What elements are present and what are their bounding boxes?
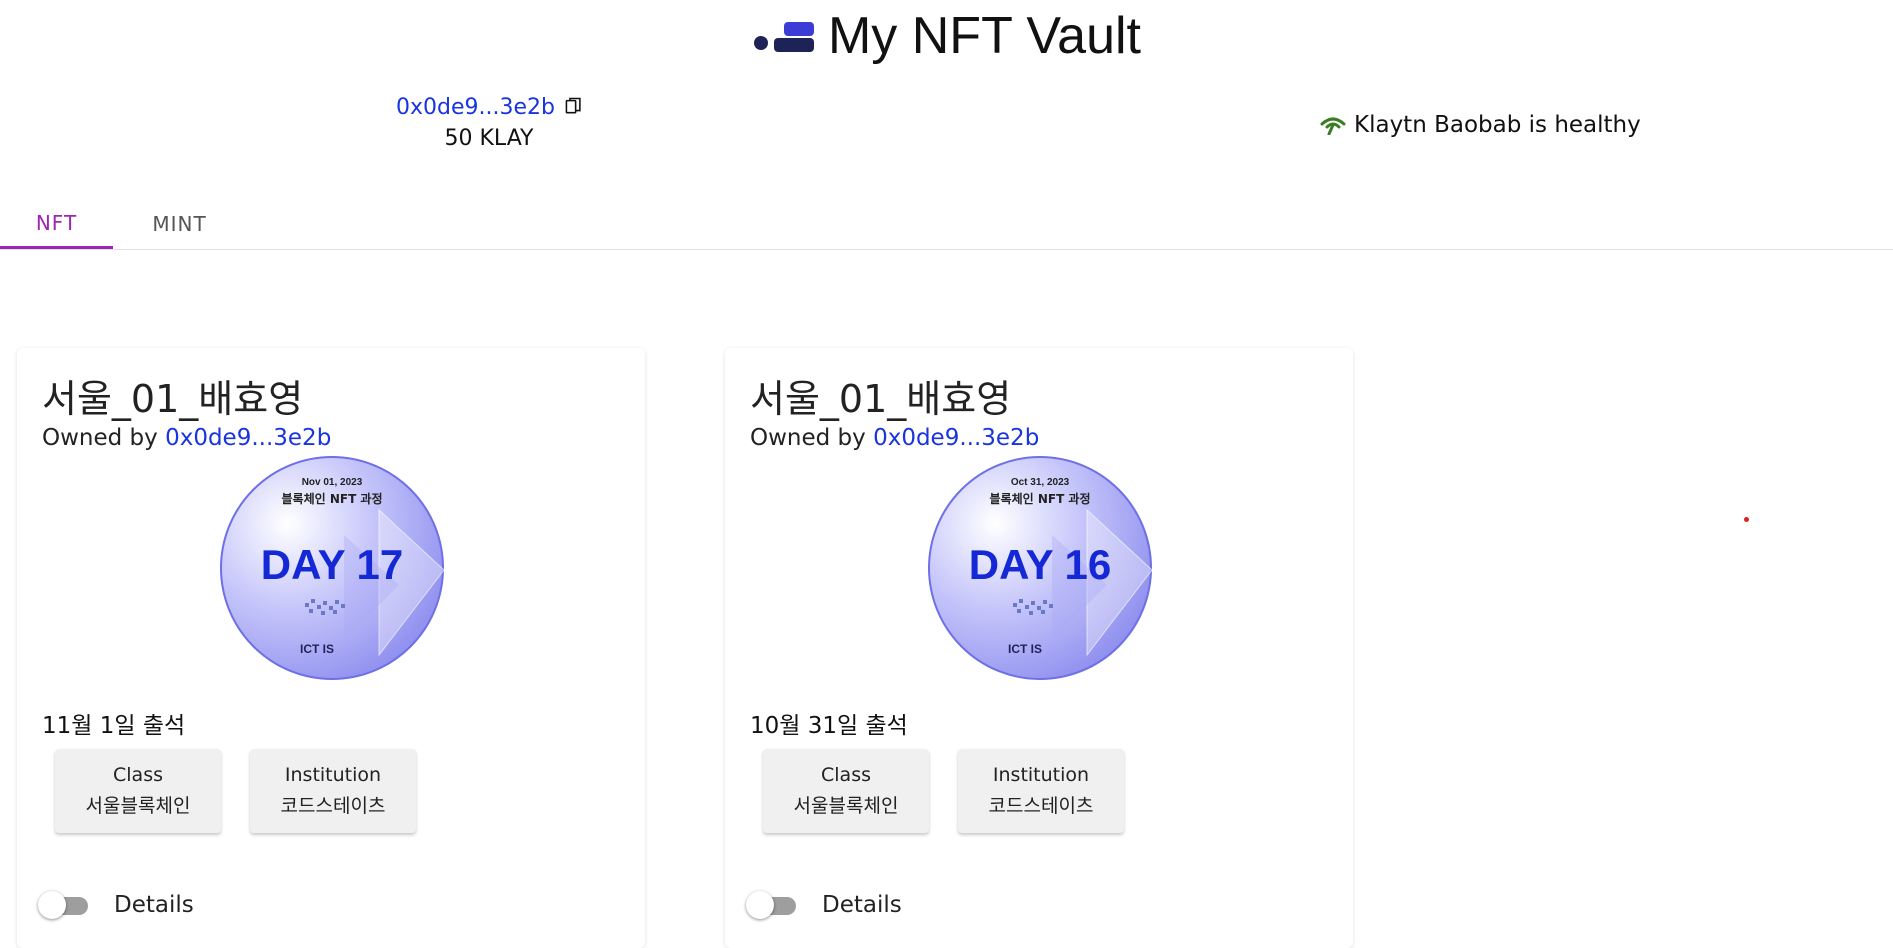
owner-address-link[interactable]: 0x0de9...3e2b (165, 425, 331, 451)
details-toggle-row: Details (746, 890, 902, 920)
badge-day: DAY 17 (261, 541, 403, 588)
details-label: Details (114, 892, 194, 918)
attribute-class: Class 서울블록체인 (763, 749, 929, 833)
app-title: My NFT Vault (827, 7, 1141, 65)
attribute-institution-label: Institution (992, 764, 1090, 786)
vault-logo-icon (752, 16, 814, 56)
details-toggle-row: Details (38, 890, 194, 920)
owned-by-label: Owned by (42, 425, 158, 451)
owner-address-link[interactable]: 0x0de9...3e2b (873, 425, 1039, 451)
badge-course: 블록체인 NFT 과정 (989, 491, 1090, 506)
network-status: Klaytn Baobab is healthy (1320, 112, 1641, 138)
attribute-class-value: 서울블록체인 (793, 795, 899, 817)
details-switch[interactable] (38, 890, 94, 920)
nft-name: 서울_01_배효영 (750, 377, 1012, 421)
antenna-signal-icon (1320, 117, 1346, 135)
attribute-institution-value: 코드스테이츠 (280, 795, 386, 817)
attribute-institution: Institution 코드스테이츠 (250, 749, 416, 833)
details-label: Details (822, 892, 902, 918)
app-header: My NFT Vault (0, 6, 1893, 66)
account-address-link[interactable]: 0x0de9...3e2b (396, 95, 555, 120)
details-switch[interactable] (746, 890, 802, 920)
account-info: 0x0de9...3e2b 50 KLAY (396, 92, 582, 151)
nft-card: 서울_01_배효영 Owned by 0x0de9...3e2b Nov 01,… (17, 348, 645, 948)
badge-org: ICT IS (1008, 642, 1042, 656)
attribute-class-value: 서울블록체인 (85, 795, 191, 817)
owned-by-label: Owned by (750, 425, 866, 451)
nft-description: 11월 1일 출석 (42, 713, 186, 739)
nft-name: 서울_01_배효영 (42, 377, 304, 421)
attribute-institution-value: 코드스테이츠 (988, 795, 1094, 817)
nft-badge-image: Nov 01, 2023 블록체인 NFT 과정 DAY 17 ICT IS (220, 456, 445, 680)
attribute-institution-label: Institution (284, 764, 382, 786)
nft-owner: Owned by 0x0de9...3e2b (750, 425, 1039, 451)
tab-nft[interactable]: NFT (0, 200, 113, 249)
account-balance: 50 KLAY (444, 126, 534, 151)
attribute-institution: Institution 코드스테이츠 (958, 749, 1124, 833)
network-status-text: Klaytn Baobab is healthy (1354, 112, 1641, 138)
copy-icon[interactable] (565, 92, 582, 122)
nft-card: 서울_01_배효영 Owned by 0x0de9...3e2b Oct 31,… (725, 348, 1353, 948)
attribute-class-label: Class (113, 764, 163, 786)
tab-bar: NFT MINT (0, 200, 1893, 250)
nft-badge-image: Oct 31, 2023 블록체인 NFT 과정 DAY 16 ICT IS (928, 456, 1153, 680)
nft-description: 10월 31일 출석 (750, 713, 908, 739)
badge-course: 블록체인 NFT 과정 (281, 491, 382, 506)
badge-date: Oct 31, 2023 (1011, 477, 1070, 488)
attribute-class-label: Class (821, 764, 871, 786)
badge-date: Nov 01, 2023 (302, 477, 363, 488)
attribute-class: Class 서울블록체인 (55, 749, 221, 833)
tab-mint[interactable]: MINT (123, 200, 236, 248)
badge-day: DAY 16 (969, 541, 1111, 588)
badge-org: ICT IS (300, 642, 334, 656)
nft-owner: Owned by 0x0de9...3e2b (42, 425, 331, 451)
cursor-marker (1744, 517, 1749, 522)
